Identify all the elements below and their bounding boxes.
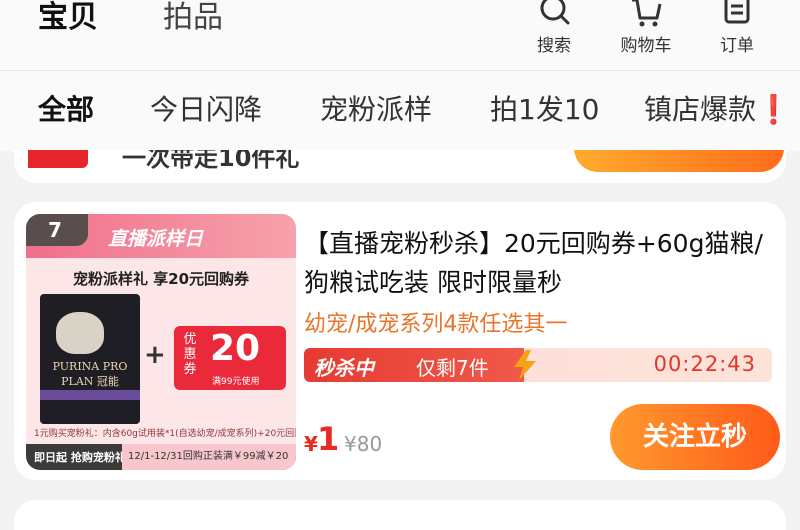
exclamation-icon: ❗ <box>756 93 791 126</box>
product-tag: 幼宠/成宠系列4款任选其一 <box>304 312 568 337</box>
original-price: ¥80 <box>344 432 383 456</box>
category-tab-buy1-ship10[interactable]: 拍1发10 <box>490 93 599 127</box>
cart-label: 购物车 <box>620 36 672 56</box>
voucher-label: 优惠券 <box>183 332 197 377</box>
tab-auction[interactable]: 拍品 <box>163 0 223 36</box>
stock-remaining: 仅剩7件 <box>416 356 489 380</box>
orders-button[interactable]: 订单 <box>702 0 772 60</box>
bag-stripe <box>40 390 140 400</box>
cat-photo <box>56 312 104 354</box>
voucher-value: 20 <box>210 328 261 369</box>
brand-logo: PURINA PRO PLAN 冠能 <box>52 360 128 388</box>
thumbnail-footer-left: 即日起 抢购宠粉礼 <box>34 451 126 464</box>
search-icon <box>540 0 570 25</box>
thumbnail-footer: 即日起 抢购宠粉礼 12/1-12/31回购正装满￥99减￥20 <box>26 444 296 470</box>
orders-label: 订单 <box>720 36 754 56</box>
voucher-condition: 满99元使用 <box>212 377 260 387</box>
product-card[interactable]: 7 直播派样日 宠粉派样礼 享20元回购券 PURINA PRO PLAN 冠能… <box>14 202 786 480</box>
top-bar: 宝贝 拍品 搜索 购物车 订单 <box>0 0 800 70</box>
thumbnail-banner-title: 直播派样日 <box>108 228 204 250</box>
order-list-icon <box>724 0 750 24</box>
product-card-previous[interactable]: 一次带走10件礼 <box>14 150 786 183</box>
category-tab-bestsellers[interactable]: 镇店爆款❗ <box>644 93 791 127</box>
category-tab-all[interactable]: 全部 <box>38 93 94 127</box>
sale-price: 1 <box>317 420 340 458</box>
category-tabs: 全部 今日闪降 宠粉派样 拍1发10 镇店爆款❗ <box>0 71 800 151</box>
countdown-timer: 00:22:43 <box>653 352 756 376</box>
thumbnail-subtitle: 宠粉派样礼 享20元回购券 <box>72 270 250 288</box>
rank-badge: 7 <box>26 214 88 246</box>
cart-button[interactable]: 购物车 <box>611 0 681 60</box>
category-tab-fan-samples[interactable]: 宠粉派样 <box>320 93 432 127</box>
category-label-bestsellers: 镇店爆款 <box>644 93 757 126</box>
plus-icon: + <box>144 340 166 370</box>
previous-thumbnail-text: 一次带走10件礼 <box>122 150 300 172</box>
follow-and-buy-button[interactable]: 关注立秒 <box>610 404 780 470</box>
category-tab-daily-drop[interactable]: 今日闪降 <box>150 93 262 127</box>
thumbnail-footer-right: 12/1-12/31回购正装满￥99减￥20 <box>122 444 296 470</box>
product-card-next[interactable] <box>14 500 786 530</box>
voucher-graphic: 优惠券 20 满99元使用 <box>174 326 286 390</box>
lightning-icon <box>514 350 536 380</box>
search-button[interactable]: 搜索 <box>519 0 589 60</box>
flash-sale-bar: 秒杀中 仅剩7件 00:22:43 <box>304 348 772 382</box>
product-thumbnail[interactable]: 7 直播派样日 宠粉派样礼 享20元回购券 PURINA PRO PLAN 冠能… <box>26 214 296 470</box>
previous-thumbnail <box>28 150 88 168</box>
search-label: 搜索 <box>537 36 571 56</box>
tab-items[interactable]: 宝贝 <box>38 0 98 36</box>
previous-buy-button[interactable] <box>574 150 784 172</box>
flash-sale-tag: 秒杀中 <box>314 356 374 380</box>
product-title[interactable]: 【直播宠粉秒杀】20元回购券+60g猫粮/狗粮试吃装 限时限量秒 <box>304 224 774 302</box>
food-bag-image: PURINA PRO PLAN 冠能 <box>40 294 140 424</box>
currency-symbol: ¥ <box>304 432 318 456</box>
thumbnail-note: 1元购买宠粉礼：内含60g试用装*1(自选幼宠/成宠系列)+20元回购券 <box>34 429 296 439</box>
cart-icon <box>632 0 662 27</box>
